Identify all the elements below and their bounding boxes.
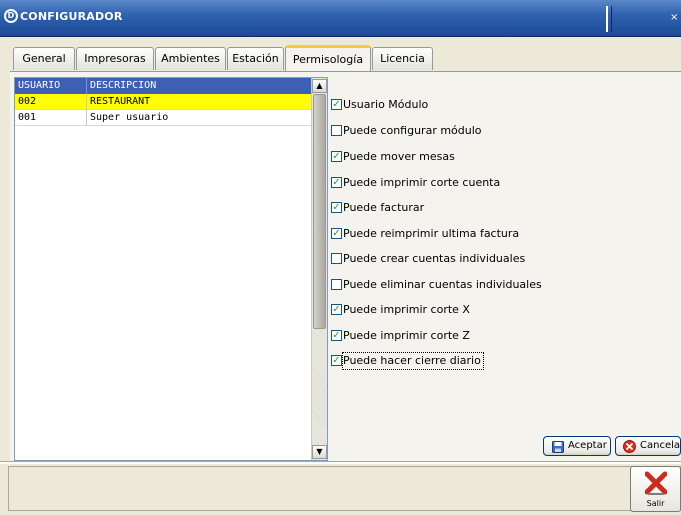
permission-label: Puede hacer cierre diario xyxy=(342,352,484,370)
window-title-bar[interactable]: D CONFIGURADOR × xyxy=(0,0,681,37)
save-icon xyxy=(552,441,564,460)
scroll-down-button[interactable]: ▼ xyxy=(312,445,327,459)
exit-label: Salir xyxy=(646,499,665,508)
tab-estacion[interactable]: Estación xyxy=(227,47,284,70)
accept-button[interactable]: Aceptar xyxy=(543,436,611,456)
cell-descripcion: RESTAURANT xyxy=(90,96,151,107)
cancel-label: Cancelar xyxy=(640,440,681,451)
permission-label: Puede eliminar cuentas individuales xyxy=(343,278,542,291)
exit-button[interactable]: Salir xyxy=(630,466,681,512)
cancel-button[interactable]: Cancelar xyxy=(615,436,681,456)
permission-label: Puede imprimir corte X xyxy=(343,303,470,316)
permission-label: Puede reimprimir ultima factura xyxy=(343,227,520,240)
title-divider-shadow xyxy=(611,6,612,32)
permission-label: Puede mover mesas xyxy=(343,150,455,163)
table-row[interactable]: 001 Super usuario xyxy=(15,110,311,126)
checkbox-checked[interactable]: ✓ xyxy=(331,330,342,341)
scroll-thumb[interactable] xyxy=(313,94,326,329)
tab-licencia[interactable]: Licencia xyxy=(372,47,433,70)
window-title: CONFIGURADOR xyxy=(20,10,123,23)
column-header-usuario[interactable]: USUARIO xyxy=(15,78,87,94)
grid-header-row: USUARIO DESCRIPCION xyxy=(15,78,311,94)
cancel-icon xyxy=(623,440,636,460)
cell-usuario: 001 xyxy=(15,110,87,126)
cell-descripcion: Super usuario xyxy=(90,112,169,123)
checkbox-unchecked[interactable] xyxy=(331,279,342,290)
checkbox-unchecked[interactable] xyxy=(331,125,342,136)
checkbox-unchecked[interactable] xyxy=(331,253,342,264)
app-logo-icon: D xyxy=(4,9,18,23)
users-grid[interactable]: USUARIO DESCRIPCION 002 RESTAURANT 001 S… xyxy=(14,77,328,461)
tab-permisologia[interactable]: Permisología xyxy=(285,45,371,72)
checkbox-checked[interactable]: ✓ xyxy=(331,202,342,213)
table-row[interactable]: 002 RESTAURANT xyxy=(15,94,311,110)
tab-ambientes[interactable]: Ambientes xyxy=(155,47,226,70)
checkbox-checked[interactable]: ✓ xyxy=(331,228,342,239)
permission-label: Puede imprimir corte Z xyxy=(343,329,470,342)
permission-label: Puede crear cuentas individuales xyxy=(343,252,526,265)
grid-vertical-scrollbar[interactable]: ▲ ▼ xyxy=(311,78,327,460)
checkbox-checked[interactable]: ✓ xyxy=(331,355,342,366)
bottom-separator xyxy=(0,461,681,464)
tab-strip: General Impresoras Ambientes Estación Pe… xyxy=(0,36,681,72)
title-divider xyxy=(606,6,608,32)
bottom-toolbar xyxy=(8,466,681,511)
exit-x-icon xyxy=(644,471,668,500)
tab-general[interactable]: General xyxy=(13,47,75,70)
cell-usuario: 002 xyxy=(15,94,87,110)
permission-label: Puede imprimir corte cuenta xyxy=(343,176,501,189)
permission-label: Puede facturar xyxy=(343,201,425,214)
tab-impresoras[interactable]: Impresoras xyxy=(76,47,154,70)
checkbox-checked[interactable]: ✓ xyxy=(331,151,342,162)
checkbox-checked[interactable]: ✓ xyxy=(331,99,342,110)
permission-label: Puede configurar módulo xyxy=(343,124,482,137)
checkbox-checked[interactable]: ✓ xyxy=(331,304,342,315)
accept-label: Aceptar xyxy=(568,440,607,451)
permission-label: Usuario Módulo xyxy=(343,98,429,111)
column-header-descripcion[interactable]: DESCRIPCION xyxy=(87,78,311,94)
close-icon[interactable]: × xyxy=(670,12,678,23)
scroll-up-button[interactable]: ▲ xyxy=(312,79,327,93)
checkbox-checked[interactable]: ✓ xyxy=(331,177,342,188)
